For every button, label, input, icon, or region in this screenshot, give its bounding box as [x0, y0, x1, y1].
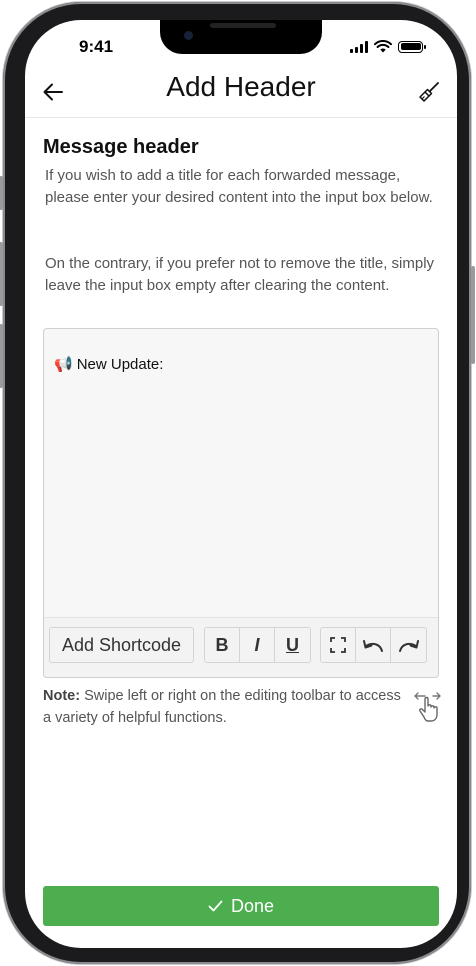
undo-icon — [363, 640, 383, 652]
note-label: Note: — [43, 688, 81, 704]
check-icon — [208, 900, 223, 912]
battery-icon — [398, 40, 426, 53]
editor-content[interactable]: 📢 New Update: — [54, 355, 428, 374]
underline-button[interactable]: U — [274, 627, 311, 663]
screen: 9:41 Add Header Message header If you wi… — [25, 20, 457, 948]
cellular-signal-icon — [350, 40, 368, 53]
done-button[interactable]: Done — [43, 886, 439, 926]
redo-button[interactable] — [390, 627, 427, 663]
bold-button[interactable]: B — [204, 627, 240, 663]
redo-icon — [398, 640, 419, 652]
undo-button[interactable] — [355, 627, 391, 663]
editor-text-value: New Update: — [76, 355, 164, 373]
app-bar: Add Header — [25, 68, 457, 118]
notch — [160, 20, 322, 54]
done-label: Done — [230, 895, 275, 916]
phone-frame: 9:41 Add Header Message header If you wi… — [0, 2, 475, 964]
note-text: Swipe left or right on the editing toolb… — [43, 688, 401, 726]
wifi-icon — [374, 40, 392, 53]
clear-button[interactable] — [415, 78, 443, 106]
toolbar-hint: Note: Swipe left or right on the editing… — [43, 685, 403, 729]
section-title: Message header — [43, 136, 199, 158]
speaker — [210, 23, 276, 28]
description-text: If you wish to add a title for each forw… — [45, 167, 433, 206]
description-text-secondary: On the contrary, if you prefer not to re… — [45, 255, 435, 294]
fullscreen-button[interactable] — [320, 627, 356, 663]
action-button — [0, 176, 3, 210]
swipe-gesture-icon — [414, 692, 441, 722]
header-editor[interactable]: 📢 New Update: Add Shortcode B I U — [43, 328, 439, 678]
fullscreen-icon — [330, 637, 346, 653]
status-time: 9:41 — [79, 37, 114, 56]
volume-up-button — [0, 242, 3, 306]
page-title: Add Header — [166, 71, 316, 102]
power-button — [471, 266, 475, 364]
broom-icon — [419, 82, 439, 102]
editor-toolbar[interactable]: Add Shortcode B I U — [44, 617, 438, 677]
camera — [184, 31, 193, 40]
volume-down-button — [0, 324, 3, 388]
status-icons — [350, 40, 426, 53]
italic-button[interactable]: I — [239, 627, 275, 663]
megaphone-icon: 📢 — [54, 356, 73, 373]
add-shortcode-button[interactable]: Add Shortcode — [49, 627, 194, 663]
